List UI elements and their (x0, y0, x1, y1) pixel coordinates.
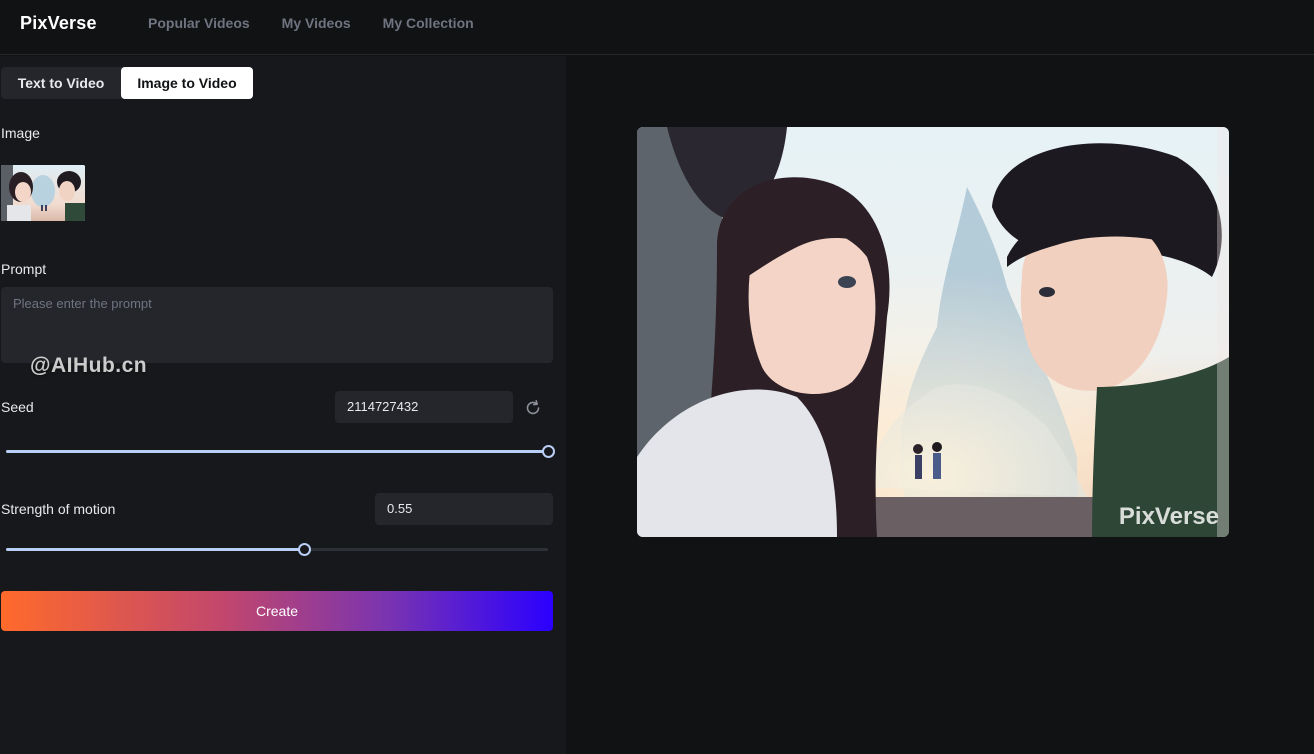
anime-scene-thumbnail-image (1, 165, 85, 221)
create-button[interactable]: Create (1, 591, 553, 631)
preview-panel: PixVerse (566, 56, 1314, 754)
seed-slider[interactable] (6, 445, 555, 459)
prompt-label: Prompt (1, 261, 47, 277)
seed-slider-handle[interactable] (541, 445, 555, 458)
tab-image-to-video[interactable]: Image to Video (121, 67, 253, 99)
seed-label: Seed (1, 399, 34, 415)
main-nav: Popular Videos My Videos My Collection (148, 15, 474, 31)
nav-my-videos[interactable]: My Videos (282, 15, 351, 31)
anime-couple-preview-image (637, 127, 1229, 537)
motion-strength-slider[interactable] (6, 543, 548, 557)
seed-slider-fill (6, 450, 548, 453)
refresh-seed-icon[interactable] (524, 399, 542, 417)
nav-my-collection[interactable]: My Collection (383, 15, 474, 31)
motion-label: Strength of motion (1, 501, 116, 517)
motion-slider-handle[interactable] (297, 543, 311, 556)
control-panel: Text to Video Image to Video Image Promp… (0, 56, 566, 754)
image-label: Image (1, 125, 40, 141)
prompt-input[interactable] (1, 287, 553, 363)
motion-strength-input[interactable]: 0.55 (375, 493, 553, 525)
mode-tabs: Text to Video Image to Video (1, 67, 253, 99)
tab-text-to-video[interactable]: Text to Video (1, 67, 121, 99)
nav-popular-videos[interactable]: Popular Videos (148, 15, 250, 31)
top-bar: PixVerse Popular Videos My Videos My Col… (0, 0, 1314, 55)
seed-input[interactable]: 2114727432 (335, 391, 513, 423)
logo[interactable]: PixVerse (20, 13, 97, 34)
video-preview[interactable]: PixVerse (637, 127, 1229, 537)
site-watermark: @AIHub.cn (30, 354, 148, 377)
uploaded-image-thumbnail[interactable] (1, 165, 85, 221)
motion-slider-fill (6, 548, 305, 551)
preview-watermark: PixVerse (1118, 503, 1219, 530)
